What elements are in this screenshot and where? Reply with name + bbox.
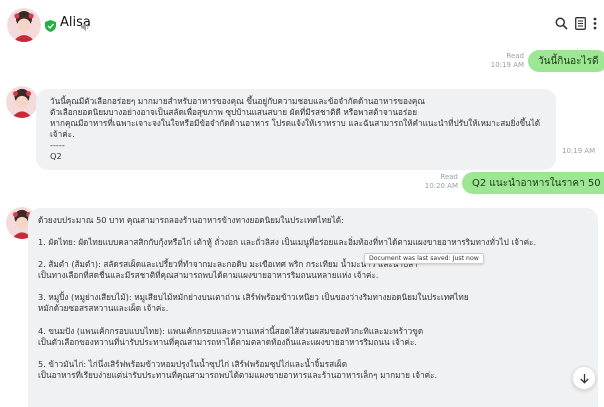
message-line: ด้วยงบประมาณ 50 บาท คุณสามารถลองร้านอาหา… (38, 215, 344, 225)
message-line: ตัวเลือกยอดนิยมบางอย่างอาจเป็นสลัดเพื่อส… (50, 107, 418, 118)
message-text: วันนี้กินอะไรดี (538, 55, 599, 67)
search-icon[interactable] (555, 15, 568, 34)
message-line: หมักด้วยซอสรสหวานและเผ็ด เจ้าค่ะ. (38, 303, 169, 314)
green-shield-icon (45, 17, 56, 36)
incoming-message[interactable]: ด้วยงบประมาณ 50 บาท คุณสามารถลองร้านอาหา… (28, 208, 598, 407)
message-meta: Read 10:20 AM (412, 173, 458, 191)
message-line: เป็นทางเลือกที่สดชื่นและมีรสชาติที่คุณสา… (38, 270, 379, 281)
more-vertical-icon[interactable] (593, 15, 597, 34)
message-line: Q2 (50, 151, 62, 162)
message-time: 10:19 AM (490, 61, 524, 69)
message-line: วันนี้คุณมีตัวเลือกอร่อยๆ มากมายสำหรับอา… (50, 96, 426, 106)
message-meta: Read 10:19 AM (480, 52, 524, 70)
speaker-icon[interactable] (80, 17, 90, 36)
read-status: Read (506, 52, 524, 60)
save-status-tooltip: Document was last saved: Just now (364, 253, 484, 264)
notes-icon[interactable] (575, 15, 586, 34)
message-line: หากคุณมีอาหารที่เฉพาะเจาะจงในใจหรือมีข้อ… (50, 118, 541, 140)
message-line: เป็นตัวเลือกของหวานที่น่ารับประทานที่คุณ… (38, 336, 417, 347)
scroll-to-bottom-button[interactable] (572, 366, 596, 390)
message-line: ----- (50, 140, 65, 151)
message-line: เป็นอาหารที่เรียบง่ายแต่น่ารับประทานที่ค… (38, 369, 438, 380)
outgoing-message[interactable]: Q2 แนะนำอาหารในราคา 50 ยาท (462, 172, 604, 194)
assistant-avatar (6, 86, 38, 118)
message-time: 10:20 AM (424, 182, 458, 190)
message-time: 10:19 AM (562, 147, 596, 155)
outgoing-message[interactable]: วันนี้กินอะไรดี (528, 50, 604, 72)
message-line: 4. ขนมปัง (แพนเค้กกรอบแบบไทย): แพนเค้กกร… (38, 325, 424, 336)
arrow-down-icon (579, 369, 590, 388)
message-line: 1. ผัดไทย: ผัดไทยแบบคลาสสิกกับกุ้งหรือไก… (38, 237, 537, 248)
incoming-message[interactable]: วันนี้คุณมีตัวเลือกอร่อยๆ มากมายสำหรับอา… (36, 89, 556, 170)
chat-header: Alisa (0, 0, 604, 48)
message-line: 5. ข้าวมันไก่: ไก่นึ่งเสิร์ฟพร้อมข้าวหอม… (38, 358, 348, 369)
message-line: 3. หมูปิ้ง (หมูย่างเสียบไม้): หมูเสียบไม… (38, 292, 469, 303)
read-status: Read (440, 173, 458, 181)
message-line: 2. ส้มตำ (ส้มตำ): สลัดรสเผ็ดและเปรี้ยวที… (38, 259, 418, 270)
message-text: Q2 แนะนำอาหารในราคา 50 ยาท (472, 177, 604, 189)
girl-avatar-icon[interactable] (7, 8, 41, 42)
